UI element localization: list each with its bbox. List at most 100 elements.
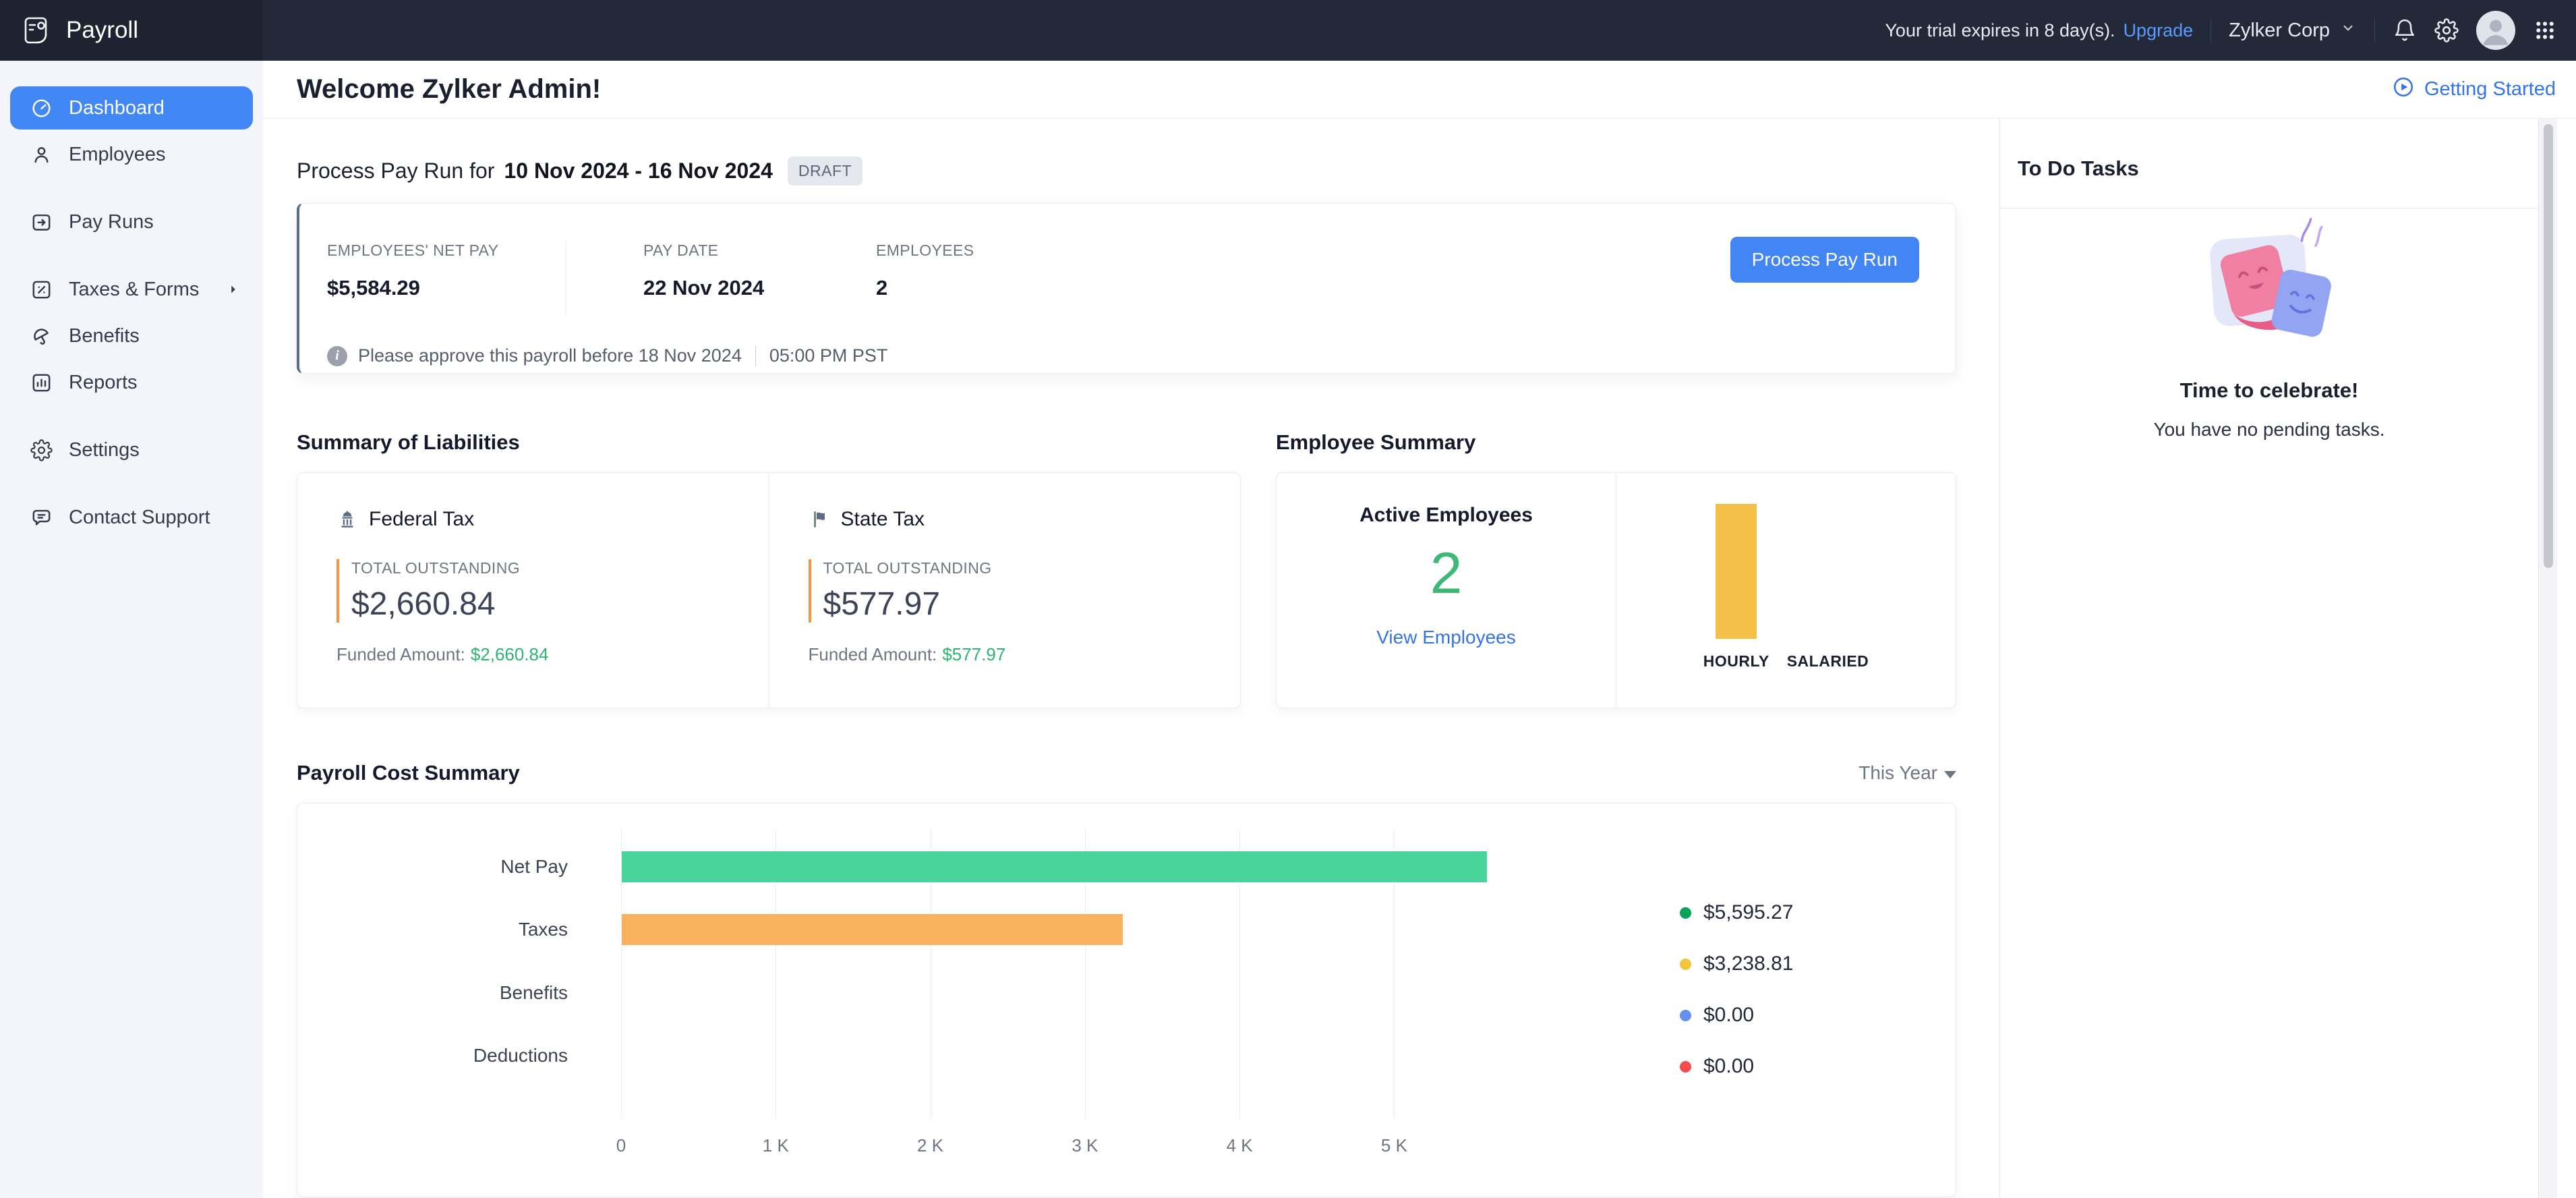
employee-type-chart: HOURLYSALARIED bbox=[1616, 473, 1956, 708]
funded-amount: Funded Amount: $2,660.84 bbox=[336, 644, 742, 665]
date-range-label: This Year bbox=[1858, 762, 1937, 784]
sidebar-item-label: Pay Runs bbox=[69, 211, 154, 233]
sidebar-item-settings[interactable]: Settings bbox=[10, 428, 253, 472]
user-avatar[interactable] bbox=[2476, 11, 2515, 50]
legend-item-benefits: $0.00 bbox=[1680, 990, 1793, 1041]
topbar-actions: Your trial expires in 8 day(s). Upgrade … bbox=[1885, 11, 2576, 50]
chevron-right-icon bbox=[226, 282, 241, 297]
settings-gear-icon[interactable] bbox=[2434, 18, 2459, 42]
sidebar-item-contact-support[interactable]: Contact Support bbox=[10, 496, 253, 539]
pay-runs-icon bbox=[30, 211, 53, 233]
liability-name-row: State Tax bbox=[809, 508, 1214, 531]
payrun-section-title: Process Pay Run for 10 Nov 2024 - 16 Nov… bbox=[297, 156, 1956, 186]
payrun-note-text: Please approve this payroll before 18 No… bbox=[358, 345, 742, 366]
dashboard-main: Process Pay Run for 10 Nov 2024 - 16 Nov… bbox=[263, 119, 1999, 1198]
caret-down-icon bbox=[1944, 771, 1956, 778]
chart-x-tick: 4 K bbox=[1227, 1135, 1253, 1156]
sidebar-item-dashboard[interactable]: Dashboard bbox=[10, 86, 253, 130]
liabilities-title: Summary of Liabilities bbox=[297, 430, 1241, 455]
legend-dot bbox=[1680, 907, 1691, 919]
liability-state-tax: State Tax TOTAL OUTSTANDING$577.97 Funded … bbox=[769, 473, 1241, 708]
page-header: Welcome Zylker Admin! Getting Started bbox=[263, 61, 2576, 119]
chart-x-tick: 3 K bbox=[1072, 1135, 1098, 1156]
getting-started-link[interactable]: Getting Started bbox=[2392, 76, 2556, 104]
brand-name: Payroll bbox=[66, 17, 138, 44]
sidebar-item-label: Benefits bbox=[69, 325, 140, 347]
date-range-dropdown[interactable]: This Year bbox=[1858, 762, 1956, 784]
employee-summary-title: Employee Summary bbox=[1276, 430, 1956, 455]
outstanding-amount: $2,660.84 bbox=[351, 586, 742, 623]
liabilities-section: Summary of Liabilities Federal Tax TOTAL … bbox=[297, 430, 1241, 708]
legend-dot bbox=[1680, 1010, 1691, 1021]
sidebar-item-employees[interactable]: Employees bbox=[10, 133, 253, 176]
sidebar-item-label: Reports bbox=[69, 372, 138, 394]
stat-value: $5,584.29 bbox=[327, 276, 566, 300]
sidebar-item-pay-runs[interactable]: Pay Runs bbox=[10, 200, 253, 244]
liability-federal-tax: Federal TaxTOTAL OUTSTANDING$2,660.84Fun… bbox=[297, 473, 769, 708]
contact-support-icon bbox=[30, 507, 53, 529]
sidebar: Dashboard Employees Pay Runs Taxes & Forms B… bbox=[0, 61, 263, 1198]
process-pay-run-button[interactable]: Process Pay Run bbox=[1730, 237, 1919, 283]
page-title: Welcome Zylker Admin! bbox=[297, 74, 601, 105]
info-icon: i bbox=[327, 346, 347, 366]
chart-category-label: Net Pay bbox=[500, 856, 568, 878]
payrun-date-range: 10 Nov 2024 - 16 Nov 2024 bbox=[504, 159, 772, 183]
payrun-stat-pay-date: PAY DATE22 Nov 2024 bbox=[566, 241, 876, 300]
org-selector[interactable]: Zylker Corp bbox=[2229, 19, 2357, 42]
payroll-cost-labels: Net PayTaxesBenefitsDeductions bbox=[297, 828, 621, 1120]
payroll-logo-icon bbox=[20, 14, 53, 47]
legend-dot bbox=[1680, 959, 1691, 970]
payroll-cost-plot: 01 K2 K3 K4 K5 K bbox=[621, 828, 1487, 1120]
funded-value: $2,660.84 bbox=[471, 644, 549, 664]
legend-value: $0.00 bbox=[1703, 1055, 1754, 1078]
todo-panel: To Do Tasks bbox=[1999, 119, 2538, 1198]
status-badge: DRAFT bbox=[788, 156, 862, 186]
payroll-cost-section: Payroll Cost Summary This Year Net Pay Ta… bbox=[297, 761, 1956, 1197]
chart-category-label: Taxes bbox=[519, 919, 568, 940]
todo-subtext: You have no pending tasks. bbox=[2153, 419, 2384, 440]
payrun-stat-employees: EMPLOYEES2 bbox=[876, 241, 974, 300]
payrun-title-prefix: Process Pay Run for bbox=[297, 159, 494, 183]
dashboard-icon bbox=[30, 97, 53, 119]
liability-outstanding: TOTAL OUTSTANDING $2,660.84 bbox=[336, 559, 742, 623]
chart-x-tick: 0 bbox=[616, 1135, 626, 1156]
view-employees-link[interactable]: View Employees bbox=[1376, 627, 1515, 648]
payrun-stat-employees-net-pay: EMPLOYEES' NET PAY$5,584.29 bbox=[327, 241, 566, 300]
liability-name: State Tax bbox=[841, 508, 925, 531]
liability-name-row: Federal Tax bbox=[336, 508, 742, 531]
chart-x-tick: 5 K bbox=[1381, 1135, 1407, 1156]
payroll-cost-legend: $5,595.27$3,238.81$0.00$0.00 bbox=[1680, 887, 1793, 1092]
sidebar-item-label: Contact Support bbox=[69, 507, 210, 529]
chart-x-tick: 2 K bbox=[917, 1135, 943, 1156]
stat-value: 22 Nov 2024 bbox=[643, 276, 876, 300]
topbar: Payroll Your trial expires in 8 day(s). … bbox=[0, 0, 2576, 61]
sidebar-item-label: Taxes & Forms bbox=[69, 279, 199, 301]
scrollbar-thumb[interactable] bbox=[2544, 124, 2553, 568]
liability-outstanding: TOTAL OUTSTANDING$577.97 bbox=[809, 559, 1214, 623]
funded-label: Funded Amount: bbox=[336, 644, 465, 664]
scrollbar[interactable] bbox=[2538, 119, 2557, 1198]
payroll-cost-title: Payroll Cost Summary bbox=[297, 761, 520, 785]
state-tax-icon bbox=[809, 509, 830, 530]
notifications-bell-icon[interactable] bbox=[2393, 18, 2417, 42]
federal-tax-icon bbox=[336, 509, 358, 530]
sidebar-item-taxes-forms[interactable]: Taxes & Forms bbox=[10, 268, 253, 311]
sidebar-item-label: Employees bbox=[69, 144, 165, 166]
liability-name: Federal Tax bbox=[369, 508, 474, 531]
note-divider bbox=[755, 346, 756, 366]
chart-x-tick: 1 K bbox=[763, 1135, 789, 1156]
upgrade-link[interactable]: Upgrade bbox=[2124, 20, 2194, 41]
org-name: Zylker Corp bbox=[2229, 20, 2330, 42]
benefits-icon bbox=[30, 325, 53, 347]
sidebar-item-reports[interactable]: Reports bbox=[10, 361, 253, 404]
chart-category-label: Benefits bbox=[500, 982, 568, 1004]
active-employees-label: Active Employees bbox=[1359, 504, 1533, 527]
outstanding-label: TOTAL OUTSTANDING bbox=[351, 559, 742, 577]
employee-summary-section: Employee Summary Active Employees 2 View… bbox=[1276, 430, 1956, 708]
employee-type-bar bbox=[1716, 504, 1757, 639]
sidebar-item-benefits[interactable]: Benefits bbox=[10, 314, 253, 358]
funded-label: Funded Amount: bbox=[809, 644, 937, 664]
trial-notice: Your trial expires in 8 day(s). bbox=[1885, 20, 2115, 41]
legend-item-net-pay: $5,595.27 bbox=[1680, 887, 1793, 938]
apps-grid-icon[interactable] bbox=[2533, 18, 2557, 42]
